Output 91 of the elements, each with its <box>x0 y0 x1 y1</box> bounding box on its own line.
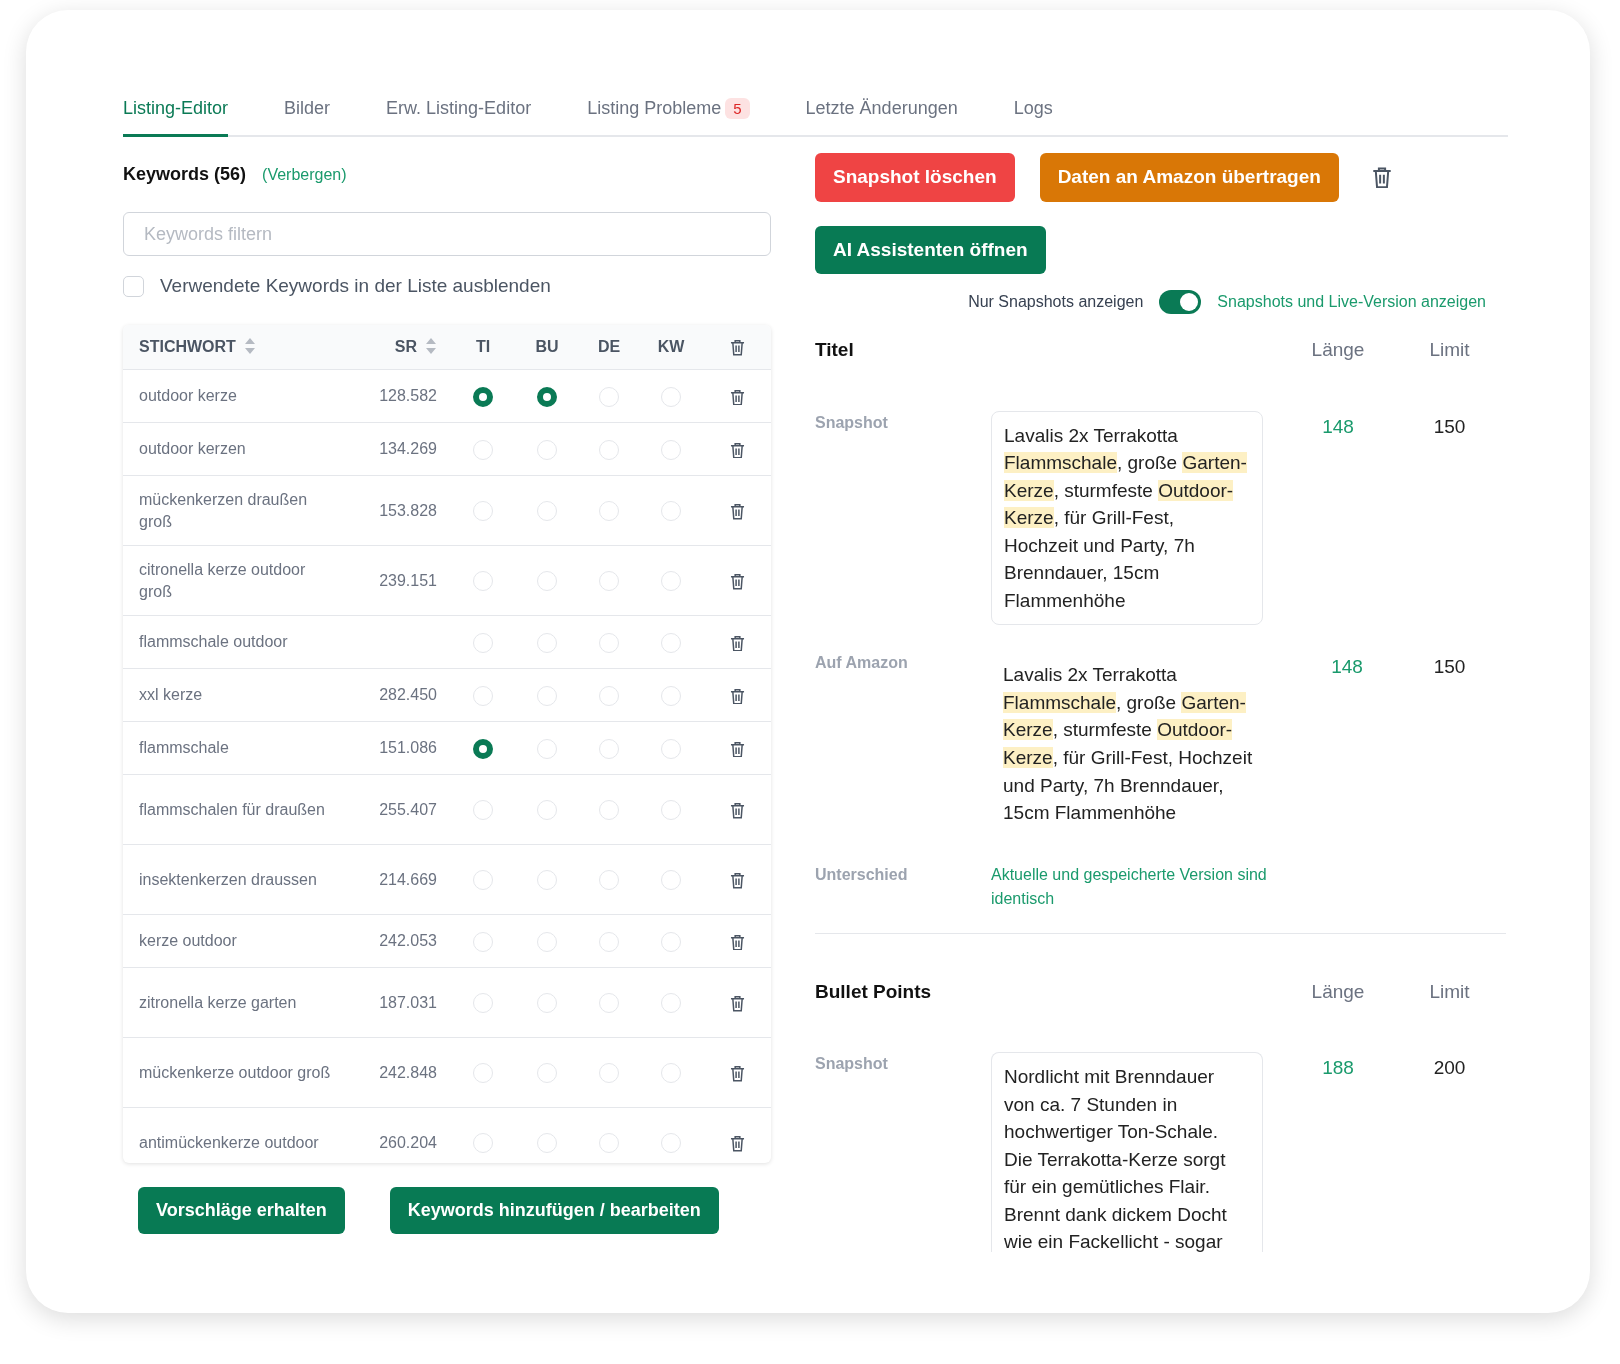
column-header[interactable]: SR <box>394 337 417 355</box>
trash-icon[interactable] <box>729 872 745 889</box>
tab[interactable]: Listing-Editor <box>123 84 229 137</box>
toggle-label: Nur Snapshots anzeigen <box>968 292 1144 312</box>
tab[interactable]: Logs <box>1013 84 1053 137</box>
search-rank-cell: 151.086 <box>379 739 437 757</box>
keyword-cell: kerze outdoor <box>139 932 237 950</box>
search-rank-cell: 255.407 <box>379 800 437 818</box>
keyword-cell: flammschale outdoor <box>139 633 288 651</box>
search-rank-cell: 282.450 <box>379 686 437 704</box>
search-rank-cell: 153.828 <box>379 501 437 519</box>
sort-icon[interactable] <box>243 336 256 355</box>
trash-icon[interactable] <box>729 388 745 406</box>
column-header: BU <box>535 337 559 355</box>
trash-icon[interactable] <box>729 740 745 758</box>
search-rank-cell: 214.669 <box>379 870 437 888</box>
keyword-cell: xxl kerze <box>139 686 203 704</box>
toggle-label: Snapshots und Live-Version anzeigen <box>1217 292 1486 312</box>
tab[interactable]: Letzte Änderungen <box>805 84 958 137</box>
section-title: Keywords (56) <box>123 163 247 186</box>
column-header: Länge <box>1310 338 1366 362</box>
column-header: TI <box>475 337 491 355</box>
search-rank-cell: 239.151 <box>379 571 437 589</box>
keyword-cell: zitronella kerze garten <box>139 993 297 1011</box>
text-block: Lavalis 2x Terrakotta Flammschale, große Garten-Kerze, sturmfeste Outdoor-Kerze, für Grill-Fest, Hochzeit und Party, 7h Brenndauer, 15cm Flammenhöhe <box>991 651 1281 837</box>
search-rank-cell: 128.582 <box>379 387 437 405</box>
keyword-cell: antimückenkerze outdoor <box>139 1133 319 1151</box>
trash-icon[interactable] <box>729 634 745 652</box>
text-box[interactable]: Nordlicht mit Brenndauer von ca. 7 Stunden in hochwertiger Ton-Schale. Die Terrakotta-Kerze sorgt für ein gemütliches Flair. Brennt dank dickem Docht wie ein Fackellicht - sogar <box>991 1052 1263 1253</box>
column-header: Limit <box>1428 338 1471 362</box>
limit-value: 200 <box>1432 1056 1467 1081</box>
keyword-cell: insektenkerzen draussen <box>139 870 317 888</box>
column-header: KW <box>657 337 685 355</box>
trash-icon[interactable] <box>729 503 745 520</box>
length-value: 148 <box>1330 655 1364 680</box>
filter-field[interactable]: Keywords filtern <box>123 212 771 256</box>
action-button[interactable]: Daten an Amazon übertragen <box>1039 153 1339 202</box>
action-button[interactable]: Vorschläge erhalten <box>138 1186 345 1234</box>
checkbox-label: Verwendete Keywords in der Liste ausblenden <box>160 274 551 298</box>
radio-button[interactable] <box>473 386 493 407</box>
count-badge: 5 <box>725 98 750 119</box>
search-rank-cell: 242.053 <box>379 932 437 950</box>
hide-link[interactable]: (Verbergen) <box>262 163 347 187</box>
search-rank-cell: 134.269 <box>379 440 437 458</box>
text-box[interactable]: Lavalis 2x Terrakotta Flammschale, große Garten-Kerze, sturmfeste Outdoor-Kerze, für Grill-Fest, Hochzeit und Party, 7h Brenndauer, 15cm Flammenhöhe <box>991 410 1263 626</box>
trash-icon[interactable] <box>729 933 745 951</box>
trash-icon[interactable] <box>729 802 745 819</box>
limit-value: 150 <box>1432 414 1467 439</box>
search-rank-cell: 187.031 <box>379 993 437 1011</box>
tab[interactable]: Listing Probleme 5 <box>587 84 750 137</box>
tab[interactable]: Erw. Listing-Editor <box>386 84 532 137</box>
length-value: 148 <box>1321 414 1355 439</box>
row-label: Unterschied <box>815 864 909 885</box>
tab[interactable]: Bilder <box>284 84 331 137</box>
keyword-cell: mückenkerze outdoor groß <box>139 1063 331 1081</box>
length-value: 188 <box>1321 1056 1355 1081</box>
section-title: Bullet Points <box>815 979 933 1004</box>
trash-icon[interactable] <box>729 441 745 459</box>
keyword-cell: citronella kerze outdoor groß <box>139 560 306 600</box>
search-rank-cell: 242.848 <box>379 1063 437 1081</box>
trash-icon[interactable] <box>729 995 745 1012</box>
radio-button[interactable] <box>537 386 557 407</box>
trash-icon[interactable] <box>729 1065 745 1082</box>
action-button[interactable]: Keywords hinzufügen / bearbeiten <box>389 1186 719 1234</box>
radio-button[interactable] <box>473 738 493 759</box>
action-button[interactable]: Snapshot löschen <box>815 153 1015 202</box>
trash-icon[interactable] <box>1371 166 1392 189</box>
keyword-cell: flammschalen für draußen <box>139 800 325 818</box>
row-label: Snapshot <box>815 1054 889 1075</box>
row-label: Snapshot <box>815 412 889 433</box>
search-rank-cell: 260.204 <box>379 1133 437 1151</box>
trash-icon[interactable] <box>729 573 745 590</box>
column-header[interactable]: STICHWORT <box>139 337 236 355</box>
keyword-cell: mückenkerzen draußen groß <box>139 490 308 530</box>
ai-assistant-button[interactable]: AI Assistenten öffnen <box>815 225 1046 274</box>
column-header: Limit <box>1428 979 1471 1004</box>
keyword-cell: outdoor kerzen <box>139 440 246 458</box>
column-header: DE <box>597 337 621 355</box>
column-header: Länge <box>1310 979 1366 1004</box>
trash-icon[interactable] <box>729 1135 745 1152</box>
trash-icon[interactable] <box>729 687 745 705</box>
status-text: Aktuelle und gespeicherte Version sind identisch <box>991 864 1268 909</box>
toggle-switch[interactable] <box>1159 290 1202 314</box>
trash-icon[interactable] <box>729 339 745 356</box>
keyword-cell: outdoor kerze <box>139 387 237 405</box>
keyword-cell: flammschale <box>139 739 229 757</box>
sort-icon[interactable] <box>425 336 437 355</box>
limit-value: 150 <box>1432 655 1467 680</box>
section-title: Titel <box>815 338 855 362</box>
checkbox[interactable] <box>123 275 144 297</box>
row-label: Auf Amazon <box>815 653 909 674</box>
